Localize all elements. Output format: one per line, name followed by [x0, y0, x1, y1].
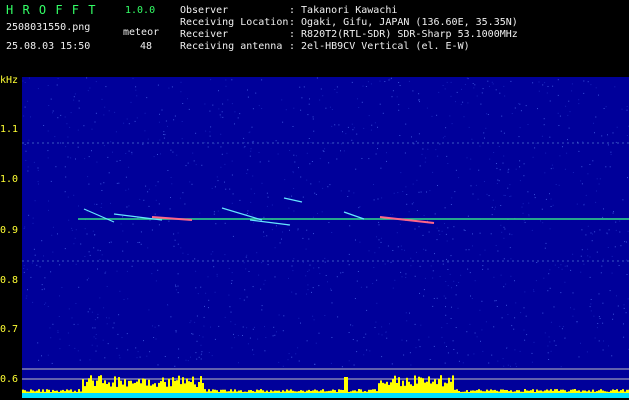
info-value-observer: : Takanori Kawachi	[289, 5, 398, 16]
y-tick-label: 0.7	[0, 324, 19, 335]
capture-datetime: 25.08.03 15:50	[6, 41, 91, 52]
info-label-location: Receiving Location	[180, 17, 289, 28]
y-tick-label: 0.8	[0, 275, 19, 286]
meteor-count: 48	[140, 41, 153, 52]
info-value-location: : Ogaki, Gifu, JAPAN (136.60E, 35.35N)	[289, 17, 518, 28]
spectrogram-panel	[22, 77, 629, 398]
y-tick-label: 0.9	[0, 225, 19, 236]
info-value-antenna: : 2el-HB9CV Vertical (el. E-W)	[289, 41, 470, 52]
app-name: H R O F F T	[6, 3, 97, 17]
image-filename: 2508031550.png	[6, 22, 91, 33]
y-tick-label: 0.6	[0, 374, 19, 385]
meteor-label: meteor	[123, 27, 160, 38]
y-tick-label: 1.1	[0, 124, 19, 135]
info-value-receiver: : R820T2(RTL-SDR) SDR-Sharp 53.1000MHz	[289, 29, 518, 40]
y-tick-label: 1.0	[0, 174, 19, 185]
info-label-observer: Observer	[180, 5, 229, 16]
baseline-bar	[22, 393, 629, 398]
info-label-antenna: Receiving antenna	[180, 41, 283, 52]
y-unit-label: kHz	[0, 75, 19, 86]
spectrogram-background	[22, 77, 629, 398]
hroff-screen: H R O F F T 1.0.0 2508031550.png 25.08.0…	[0, 0, 629, 400]
app-version: 1.0.0	[125, 5, 156, 16]
info-label-receiver: Receiver	[180, 29, 229, 40]
